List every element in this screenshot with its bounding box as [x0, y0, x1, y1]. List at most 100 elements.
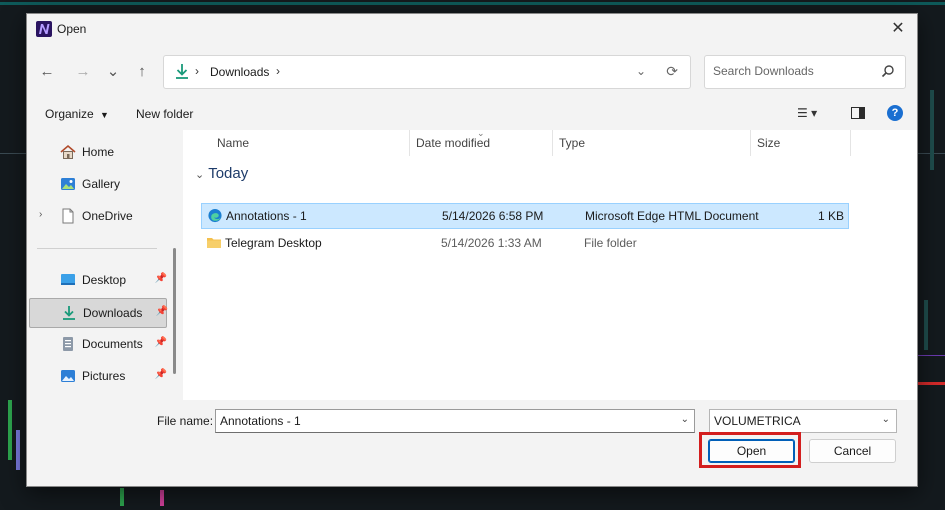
- group-header-today[interactable]: ⌄ Today: [195, 165, 248, 182]
- column-header-name[interactable]: Name: [217, 130, 249, 156]
- candle: [924, 300, 928, 350]
- file-row[interactable]: Telegram Desktop 5/14/2026 1:33 AM File …: [201, 231, 847, 255]
- back-button[interactable]: ←: [37, 62, 57, 82]
- sidebar-divider: [37, 248, 157, 249]
- folder-icon: [207, 238, 221, 248]
- dialog-footer: File name: Annotations - 1 ⌄ VOLUMETRICA…: [27, 400, 917, 486]
- sidebar-item-label: Gallery: [82, 177, 121, 191]
- view-options-button[interactable]: ☰ ▾: [797, 106, 817, 120]
- home-icon: [60, 144, 76, 159]
- navigation-bar: ← → ⌄ ↑ › Downloads › ⌄ ⟳: [27, 54, 917, 90]
- candle: [120, 488, 124, 506]
- search-icon[interactable]: [881, 64, 895, 78]
- file-name-value[interactable]: Annotations - 1: [220, 414, 301, 428]
- organize-label: Organize: [45, 107, 94, 121]
- gallery-icon: [61, 178, 75, 190]
- organize-button[interactable]: Organize ▼: [45, 107, 109, 121]
- recent-locations-button[interactable]: ⌄: [103, 62, 123, 82]
- download-arrow-icon: [176, 64, 188, 79]
- address-dropdown-icon[interactable]: ⌄: [636, 64, 646, 78]
- chevron-down-icon: ▼: [100, 110, 109, 120]
- column-separator[interactable]: [409, 130, 410, 156]
- sidebar-item-onedrive[interactable]: › OneDrive: [29, 202, 165, 230]
- command-bar: Organize ▼ New folder ☰ ▾ ?: [27, 100, 917, 128]
- up-button[interactable]: ↑: [132, 62, 152, 82]
- close-icon: ✕: [891, 20, 905, 37]
- pin-icon[interactable]: 📌: [155, 369, 167, 380]
- refresh-icon[interactable]: ⟳: [666, 63, 678, 80]
- title-bar: Open ✕: [27, 14, 917, 44]
- file-name: Telegram Desktop: [225, 236, 322, 250]
- file-size: 1 KB: [817, 209, 844, 223]
- app-logo-icon: [36, 21, 52, 37]
- breadcrumb-separator[interactable]: ›: [276, 64, 280, 78]
- preview-pane-icon[interactable]: [851, 107, 865, 119]
- column-separator[interactable]: [552, 130, 553, 156]
- sidebar-scrollbar[interactable]: [173, 248, 176, 374]
- file-date: 5/14/2026 1:33 AM: [441, 236, 542, 250]
- candle: [930, 90, 934, 170]
- file-type: File folder: [584, 236, 637, 250]
- file-name-label: File name:: [157, 414, 214, 428]
- sidebar-item-pictures[interactable]: Pictures 📌: [29, 362, 167, 390]
- chevron-down-icon[interactable]: ⌄: [681, 414, 689, 425]
- sidebar-item-documents[interactable]: Documents 📌: [29, 330, 167, 358]
- chevron-down-icon[interactable]: ⌄: [882, 414, 890, 425]
- pin-icon[interactable]: 📌: [155, 273, 167, 284]
- candle: [16, 430, 20, 470]
- cancel-button[interactable]: Cancel: [809, 439, 896, 463]
- file-type-select[interactable]: VOLUMETRICA ⌄: [709, 409, 897, 433]
- sidebar-item-downloads[interactable]: Downloads 📌: [29, 298, 168, 328]
- pin-icon[interactable]: 📌: [156, 306, 168, 317]
- column-separator[interactable]: [850, 130, 851, 156]
- chevron-down-icon: ⌄: [195, 169, 205, 181]
- forward-button[interactable]: →: [73, 62, 93, 82]
- column-header-type[interactable]: Type: [559, 130, 585, 156]
- desktop-icon: [61, 274, 75, 285]
- help-button[interactable]: ?: [887, 105, 903, 121]
- close-button[interactable]: ✕: [887, 18, 909, 40]
- file-name: Annotations - 1: [226, 209, 307, 223]
- sidebar-item-label: Downloads: [83, 306, 143, 320]
- onedrive-icon: [62, 208, 74, 224]
- navigation-pane: Home Gallery › OneDrive Desktop 📌 Downlo…: [27, 130, 176, 400]
- breadcrumb-downloads[interactable]: Downloads: [210, 65, 269, 79]
- file-name-input[interactable]: Annotations - 1 ⌄: [215, 409, 695, 433]
- file-date: 5/14/2026 6:58 PM: [442, 209, 544, 223]
- sidebar-item-gallery[interactable]: Gallery: [29, 170, 165, 198]
- file-type-value: VOLUMETRICA: [714, 414, 801, 428]
- chart-gridline: [0, 153, 26, 154]
- chevron-right-icon[interactable]: ›: [39, 209, 42, 220]
- column-header-date-modified[interactable]: Date modified: [416, 130, 490, 156]
- documents-icon: [63, 337, 73, 351]
- sidebar-item-home[interactable]: Home: [29, 138, 165, 166]
- candle: [160, 490, 164, 506]
- breadcrumb-separator: ›: [195, 64, 199, 78]
- pin-icon[interactable]: 📌: [155, 337, 167, 348]
- downloads-icon: [63, 306, 75, 320]
- window-title: Open: [57, 22, 87, 36]
- sidebar-item-desktop[interactable]: Desktop 📌: [29, 266, 167, 294]
- candle: [8, 400, 12, 460]
- open-button[interactable]: Open: [708, 439, 795, 463]
- column-separator[interactable]: [750, 130, 751, 156]
- group-label: Today: [208, 165, 249, 182]
- column-header-size[interactable]: Size: [757, 130, 780, 156]
- file-type: Microsoft Edge HTML Document: [585, 209, 759, 223]
- sidebar-item-label: Home: [82, 145, 115, 159]
- file-list: ⌄ Name Date modified Type Size ⌄ Today An…: [183, 128, 917, 400]
- new-folder-button[interactable]: New folder: [136, 107, 193, 121]
- search-input[interactable]: [705, 56, 881, 86]
- open-file-dialog: Open ✕ ← → ⌄ ↑ › Downloads › ⌄ ⟳ Search …: [26, 13, 918, 487]
- price-line: [916, 382, 945, 385]
- edge-html-icon: [208, 208, 222, 223]
- pictures-icon: [61, 370, 75, 382]
- sidebar-item-label: OneDrive: [82, 209, 133, 223]
- search-box[interactable]: [704, 55, 906, 89]
- sidebar-item-label: Desktop: [82, 273, 127, 287]
- sidebar-item-label: Pictures: [82, 369, 126, 383]
- sidebar-item-label: Documents: [82, 337, 143, 351]
- chart-gridline: [916, 355, 945, 356]
- address-bar[interactable]: › Downloads › ⌄ ⟳: [163, 55, 691, 89]
- file-row[interactable]: Annotations - 1 5/14/2026 6:58 PM Micros…: [201, 203, 849, 229]
